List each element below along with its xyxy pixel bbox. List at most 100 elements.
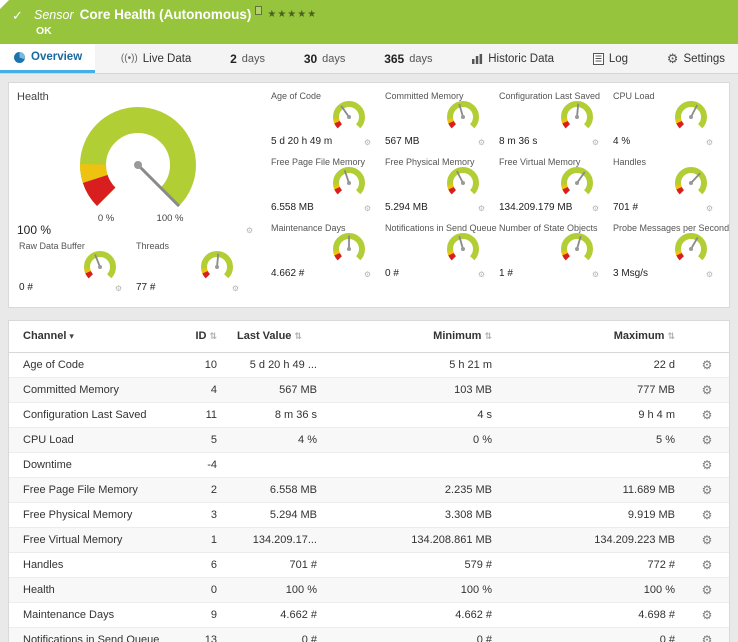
tab-2-days[interactable]: 2 days	[217, 44, 278, 73]
gauge-settings-icon[interactable]: ⚙	[232, 284, 241, 293]
channel-settings-icon[interactable]: ⚙	[702, 408, 713, 422]
sort-icon: ⇅	[667, 331, 675, 341]
channel-table: Channel▾ ID⇅ Last Value⇅ Minimum⇅ Maximu…	[9, 321, 729, 642]
cell-minimum: 0 %	[327, 427, 502, 452]
gauge-settings-icon[interactable]: ⚙	[364, 204, 373, 213]
gauge-settings-icon[interactable]: ⚙	[364, 138, 373, 147]
channel-settings-icon[interactable]: ⚙	[702, 458, 713, 472]
gauge-label: Raw Data Buffer	[19, 241, 85, 251]
table-row[interactable]: Committed Memory 4 567 MB 103 MB 777 MB …	[9, 377, 729, 402]
gauges-panel: Health 0 % 100 % 100 % ⚙ Raw Data	[8, 82, 730, 308]
priority-stars[interactable]: ★★★★★	[267, 9, 317, 20]
tab-30-days[interactable]: 30 days	[291, 44, 359, 73]
tab-overview[interactable]: Overview	[0, 44, 95, 73]
table-row[interactable]: Free Page File Memory 2 6.558 MB 2.235 M…	[9, 477, 729, 502]
gauge-settings-icon[interactable]: ⚙	[478, 204, 487, 213]
tab-label: Overview	[31, 51, 82, 63]
cell-last-value: 5 d 20 h 49 ...	[227, 352, 327, 377]
gauge-settings-icon[interactable]: ⚙	[706, 204, 715, 213]
cell-channel: Committed Memory	[9, 377, 179, 402]
gauge-settings-icon[interactable]: ⚙	[115, 284, 124, 293]
gauge-tile-free-virtual-memory: Free Virtual Memory 134.209.179 MB ⚙	[495, 155, 609, 221]
tab-settings[interactable]: ⚙ Settings	[654, 44, 738, 73]
health-gauge: 0 % 100 %	[53, 93, 223, 228]
table-row[interactable]: Age of Code 10 5 d 20 h 49 ... 5 h 21 m …	[9, 352, 729, 377]
tab-log[interactable]: Log	[580, 44, 641, 73]
cell-id: 9	[179, 602, 227, 627]
cell-last-value: 0 #	[227, 627, 327, 642]
gauge-tile-age-of-code: Age of Code 5 d 20 h 49 m ⚙	[267, 89, 381, 155]
channel-settings-icon[interactable]: ⚙	[702, 608, 713, 622]
channel-settings-icon[interactable]: ⚙	[702, 508, 713, 522]
gauge-label: Free Physical Memory	[385, 157, 475, 167]
gauge-needle	[691, 173, 700, 183]
channel-settings-icon[interactable]: ⚙	[702, 383, 713, 397]
gauge-settings-icon[interactable]: ⚙	[706, 138, 715, 147]
channel-settings-icon[interactable]: ⚙	[702, 583, 713, 597]
column-header-maximum[interactable]: Maximum⇅	[502, 321, 685, 352]
channel-settings-icon[interactable]: ⚙	[702, 483, 713, 497]
cell-last-value: 4 %	[227, 427, 327, 452]
table-row[interactable]: Maintenance Days 9 4.662 # 4.662 # 4.698…	[9, 602, 729, 627]
health-gauge-tile: Health 0 % 100 % 100 % ⚙	[15, 89, 265, 239]
gauge-settings-icon[interactable]: ⚙	[364, 270, 373, 279]
gauge-settings-icon[interactable]: ⚙	[592, 138, 601, 147]
status-badge: OK	[36, 25, 52, 37]
gauge-settings-icon[interactable]: ⚙	[478, 138, 487, 147]
tab-historic-data[interactable]: Historic Data	[458, 44, 567, 73]
gauge-settings-icon[interactable]: ⚙	[592, 204, 601, 213]
table-row[interactable]: Notifications in Send Queue 13 0 # 0 # 0…	[9, 627, 729, 642]
gauge-label: Maintenance Days	[271, 223, 346, 233]
gauge	[665, 95, 717, 131]
cell-channel: Handles	[9, 552, 179, 577]
channel-settings-icon[interactable]: ⚙	[702, 558, 713, 572]
gauge-label: CPU Load	[613, 91, 655, 101]
gauge-tile-free-physical-memory: Free Physical Memory 5.294 MB ⚙	[381, 155, 495, 221]
cell-maximum: 772 #	[502, 552, 685, 577]
table-row[interactable]: Health 0 100 % 100 % 100 % ⚙	[9, 577, 729, 602]
channel-settings-icon[interactable]: ⚙	[702, 633, 713, 642]
gauge-tile-free-page-file-memory: Free Page File Memory 6.558 MB ⚙	[267, 155, 381, 221]
gauge-settings-icon[interactable]: ⚙	[478, 270, 487, 279]
cell-last-value: 4.662 #	[227, 602, 327, 627]
cell-minimum: 5 h 21 m	[327, 352, 502, 377]
table-row[interactable]: CPU Load 5 4 % 0 % 5 % ⚙	[9, 427, 729, 452]
channel-settings-icon[interactable]: ⚙	[702, 358, 713, 372]
health-gauge-column: Health 0 % 100 % 100 % ⚙ Raw Data	[15, 89, 265, 301]
status-ok-icon: ✓	[12, 8, 23, 24]
gauge-value: 567 MB	[385, 136, 419, 147]
gauge-settings-icon[interactable]: ⚙	[246, 226, 255, 235]
tab-365-days[interactable]: 365 days	[371, 44, 445, 73]
table-row[interactable]: Free Virtual Memory 1 134.209.17... 134.…	[9, 527, 729, 552]
column-header-minimum[interactable]: Minimum⇅	[327, 321, 502, 352]
cell-last-value: 5.294 MB	[227, 502, 327, 527]
tab-unit: days	[242, 53, 265, 65]
corner-fold	[0, 0, 9, 9]
channel-settings-icon[interactable]: ⚙	[702, 433, 713, 447]
column-header-id[interactable]: ID⇅	[179, 321, 227, 352]
cell-id: 13	[179, 627, 227, 642]
tab-number: 365	[384, 52, 404, 66]
gauge-settings-icon[interactable]: ⚙	[592, 270, 601, 279]
channel-settings-icon[interactable]: ⚙	[702, 533, 713, 547]
cell-last-value: 567 MB	[227, 377, 327, 402]
gauge-label: Configuration Last Saved	[499, 91, 600, 101]
cell-channel: Free Physical Memory	[9, 502, 179, 527]
cell-maximum: 134.209.223 MB	[502, 527, 685, 552]
column-header-last-value[interactable]: Last Value⇅	[227, 321, 327, 352]
table-header-row: Channel▾ ID⇅ Last Value⇅ Minimum⇅ Maximu…	[9, 321, 729, 352]
gauge-value: 5 d 20 h 49 m	[271, 136, 332, 147]
cell-id: 10	[179, 352, 227, 377]
sort-icon: ⇅	[209, 331, 217, 341]
column-header-channel[interactable]: Channel▾	[9, 321, 179, 352]
gauge-settings-icon[interactable]: ⚙	[706, 270, 715, 279]
tab-live-data[interactable]: ((•)) Live Data	[108, 44, 204, 73]
gauge-label: Committed Memory	[385, 91, 464, 101]
table-row[interactable]: Configuration Last Saved 11 8 m 36 s 4 s…	[9, 402, 729, 427]
gauge-value: 3 Msg/s	[613, 268, 648, 279]
bar-chart-icon	[471, 53, 483, 65]
gauge-value: 4 %	[613, 136, 630, 147]
table-row[interactable]: Handles 6 701 # 579 # 772 # ⚙	[9, 552, 729, 577]
table-row[interactable]: Free Physical Memory 3 5.294 MB 3.308 MB…	[9, 502, 729, 527]
table-row[interactable]: Downtime -4 ⚙	[9, 452, 729, 477]
